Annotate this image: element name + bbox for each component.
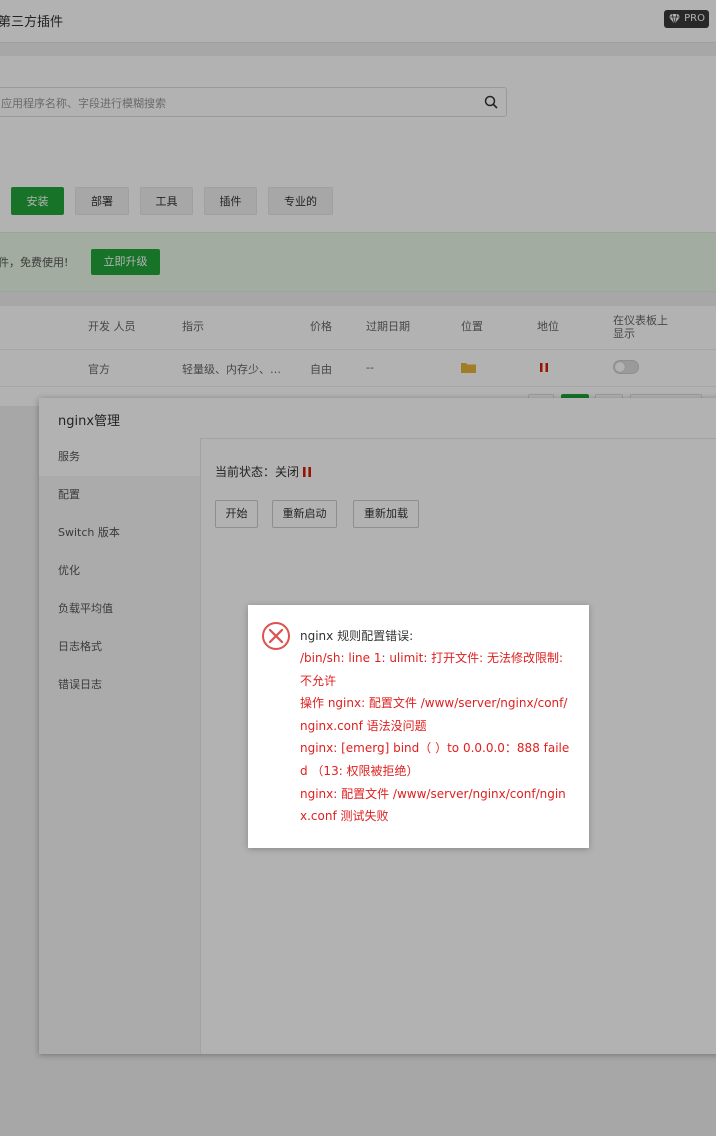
error-line: /bin/sh: line 1: ulimit: 打开文件: 无法修改限制: 不… [300,651,564,688]
error-icon [262,622,290,650]
error-message: /bin/sh: line 1: ulimit: 打开文件: 无法修改限制: 不… [300,647,574,828]
error-line: nginx: [emerg] bind（ ）to 0.0.0.0：888 fai… [300,741,570,778]
error-line: nginx: 配置文件 /www/server/nginx/conf/nginx… [300,786,566,824]
error-line: 操作 nginx: 配置文件 /www/server/nginx/conf/ng… [300,696,568,733]
error-title: nginx 规则配置错误: [300,629,414,643]
error-dialog: nginx 规则配置错误: /bin/sh: line 1: ulimit: 打… [248,605,589,848]
